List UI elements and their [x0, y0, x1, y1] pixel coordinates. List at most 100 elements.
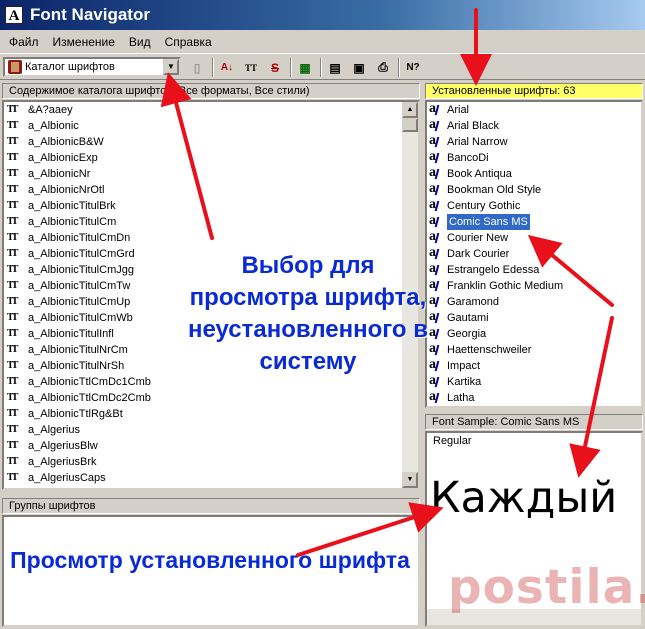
toolbar-separator: [320, 58, 322, 77]
catalog-item-label: a_AlbionicTitulBrk: [28, 200, 116, 212]
book-icon: [8, 60, 22, 74]
catalog-list-item[interactable]: TT a_AlbionicNrOtl: [4, 182, 402, 198]
catalog-list-item[interactable]: TT a_AlbionicExp: [4, 150, 402, 166]
installed-item-label: Arial Narrow: [447, 136, 508, 148]
truetype-font-icon: TT: [7, 328, 18, 339]
catalog-item-label: a_AlbionicTtlCmDc1Cmb: [28, 376, 151, 388]
scroll-up-icon[interactable]: ▲: [402, 102, 418, 118]
truetype-font-icon: TT: [7, 248, 18, 259]
installed-list-item[interactable]: Courier New: [427, 229, 641, 246]
strikethrough-icon[interactable]: S: [264, 57, 286, 78]
catalog-list-item[interactable]: TT a_AlgeriusBrk: [4, 454, 402, 470]
truetype-font-icon: TT: [7, 424, 18, 435]
truetype-font-icon: TT: [7, 136, 18, 147]
truetype-font-icon: TT: [7, 152, 18, 163]
installed-item-label: Estrangelo Edessa: [447, 264, 540, 276]
installed-list-item[interactable]: Arial: [427, 102, 641, 118]
installed-list-item[interactable]: Comic Sans MS: [427, 213, 641, 230]
truetype-font-icon: TT: [7, 440, 18, 451]
catalog-select-value: Каталог шрифтов: [25, 61, 115, 73]
installed-item-label: Arial Black: [447, 120, 499, 132]
catalog-list-item[interactable]: TT a_AlbionicTtlRg&Bt: [4, 406, 402, 422]
installed-font-icon: [429, 245, 443, 261]
installed-list-item[interactable]: Arial Black: [427, 117, 641, 134]
installed-font-icon: [429, 102, 443, 117]
installed-list-item[interactable]: Century Gothic: [427, 197, 641, 214]
title-bar[interactable]: A Font Navigator: [0, 0, 645, 30]
scroll-thumb[interactable]: [402, 118, 418, 132]
menu-bar: Файл Изменение Вид Справка: [0, 32, 219, 52]
installed-list-item[interactable]: BancoDi: [427, 149, 641, 166]
installed-list-item[interactable]: Kartika: [427, 373, 641, 390]
installed-font-icon: [429, 309, 443, 325]
installed-list-item[interactable]: Georgia: [427, 325, 641, 342]
installed-list-item[interactable]: Haettenschweiler: [427, 341, 641, 358]
installed-font-icon: [429, 277, 443, 293]
catalog-list-item[interactable]: TT a_AlgeriusCaps: [4, 470, 402, 486]
install-icon[interactable]: ▦: [294, 57, 316, 78]
truetype-font-icon: TT: [7, 344, 18, 355]
installed-list-item[interactable]: Book Antiqua: [427, 165, 641, 182]
menu-file[interactable]: Файл: [0, 32, 46, 52]
sort-az-icon[interactable]: A↓: [216, 57, 238, 78]
menu-help[interactable]: Справка: [158, 32, 219, 52]
installed-annotation: Просмотр установленного шрифта: [10, 547, 410, 573]
print-icon[interactable]: ⎙: [372, 57, 394, 78]
catalog-list-item[interactable]: TT a_AlbionicTitulCmDn: [4, 230, 402, 246]
catalog-item-label: &A?aaey: [28, 104, 73, 116]
font-size-icon[interactable]: TT: [240, 57, 262, 78]
catalog-item-label: a_AlbionicTitulCm: [28, 216, 117, 228]
help-icon[interactable]: N?: [402, 57, 424, 78]
installed-item-label: Courier New: [447, 232, 509, 244]
installed-list: Arial Arial Black Arial Narrow BancoDi Book …: [427, 102, 641, 406]
truetype-font-icon: TT: [7, 280, 18, 291]
truetype-font-icon: TT: [7, 456, 18, 467]
catalog-list-item[interactable]: TT a_AlbionicB&W: [4, 134, 402, 150]
catalog-list-item[interactable]: TT &A?aaey: [4, 102, 402, 118]
catalog-list-item[interactable]: TT a_AlbionicTtlCmDc2Cmb: [4, 390, 402, 406]
catalog-list-item[interactable]: TT a_Albionic: [4, 118, 402, 134]
menu-edit[interactable]: Изменение: [46, 32, 122, 52]
catalog-list-item[interactable]: TT a_AlgeriusBlw: [4, 438, 402, 454]
truetype-font-icon: TT: [7, 184, 18, 195]
chevron-down-icon[interactable]: ▼: [163, 59, 179, 75]
installed-list-item[interactable]: Impact: [427, 357, 641, 374]
installed-font-icon: [429, 357, 443, 373]
properties-icon[interactable]: ▤: [324, 57, 346, 78]
installed-item-label: Bookman Old Style: [447, 184, 542, 196]
catalog-list-item[interactable]: TT a_AlbionicNr: [4, 166, 402, 182]
installed-list-item[interactable]: Bookman Old Style: [427, 181, 641, 198]
catalog-list-item[interactable]: TT a_Algerius: [4, 422, 402, 438]
installed-list-item[interactable]: Arial Narrow: [427, 133, 641, 150]
catalog-item-label: a_AlbionicTitulCmDn: [28, 232, 131, 244]
groups-header: Группы шрифтов: [2, 498, 420, 514]
scroll-down-icon[interactable]: ▼: [402, 472, 418, 488]
catalog-select[interactable]: Каталог шрифтов ▼: [3, 57, 181, 77]
installed-font-icon: [429, 133, 443, 149]
catalog-item-label: a_AlbionicTitulNrCm: [28, 344, 128, 356]
truetype-font-icon: TT: [7, 360, 18, 371]
installed-list-item[interactable]: Estrangelo Edessa: [427, 261, 641, 278]
menu-view[interactable]: Вид: [122, 32, 158, 52]
installed-list-item[interactable]: Dark Courier: [427, 245, 641, 262]
catalog-list-item[interactable]: TT a_AlbionicTitulCm: [4, 214, 402, 230]
installed-item-label: Book Antiqua: [447, 168, 512, 180]
folder-icon[interactable]: ▯: [186, 57, 208, 78]
installed-list-item[interactable]: Gautami: [427, 309, 641, 326]
truetype-font-icon: TT: [7, 296, 18, 307]
installed-item-label: Garamond: [447, 296, 499, 308]
installed-font-icon: [429, 293, 443, 309]
catalog-list-item[interactable]: TT a_AlbionicTitulBrk: [4, 198, 402, 214]
installed-font-icon: [429, 213, 443, 229]
truetype-font-icon: TT: [7, 120, 18, 131]
installed-font-icon: [429, 165, 443, 181]
installed-item-label: Impact: [447, 360, 481, 372]
catalog-item-label: a_AlgeriusBrk: [28, 456, 97, 468]
installed-list-item[interactable]: Franklin Gothic Medium: [427, 277, 641, 294]
sample-style-label: Regular: [433, 435, 472, 447]
catalog-item-label: a_Algerius: [28, 424, 80, 436]
installed-list-item[interactable]: Latha: [427, 389, 641, 406]
installed-list-item[interactable]: Garamond: [427, 293, 641, 310]
preview-icon[interactable]: ▣: [348, 57, 370, 78]
truetype-font-icon: TT: [7, 216, 18, 227]
